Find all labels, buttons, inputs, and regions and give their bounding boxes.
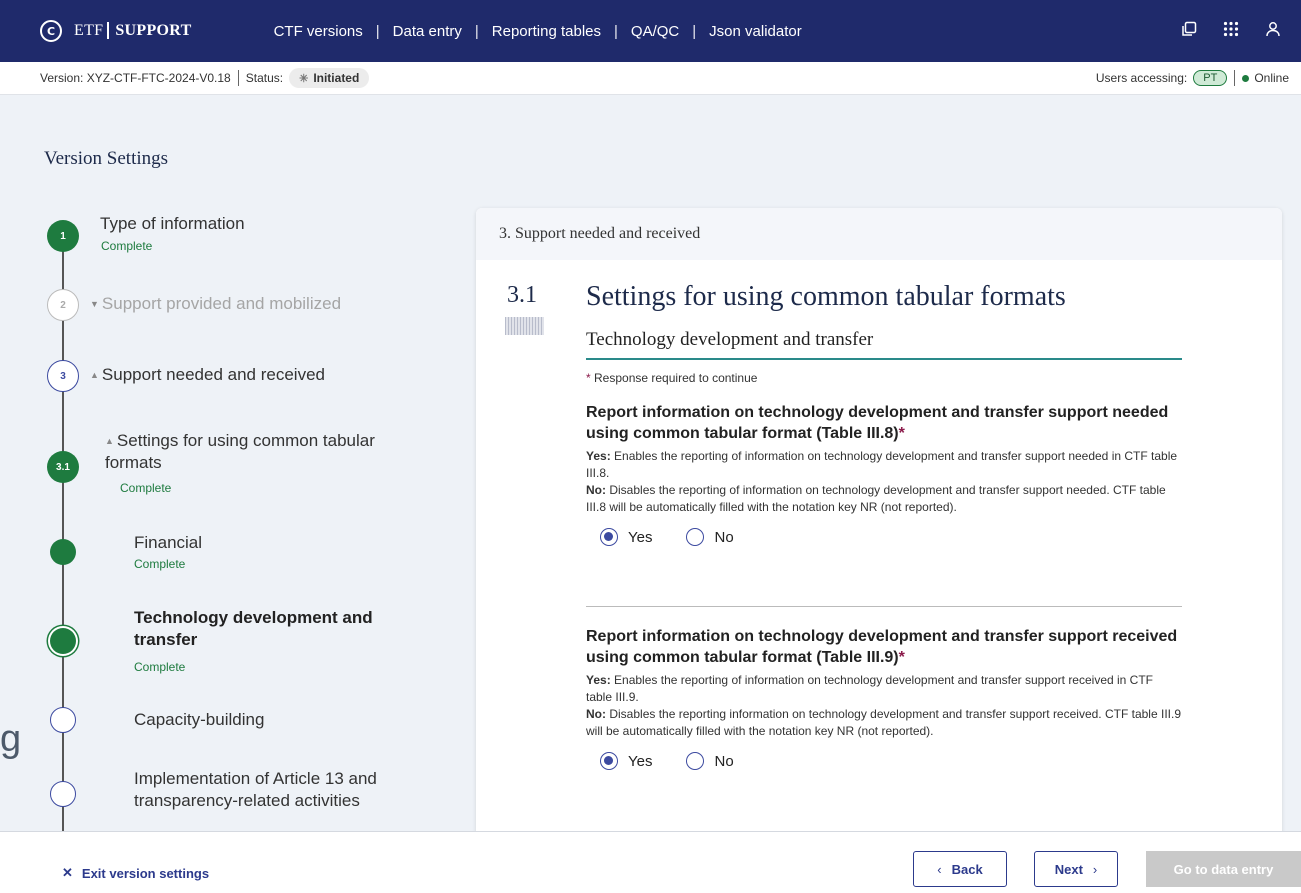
step-label-capacity-building[interactable]: Capacity-building (134, 709, 264, 731)
section-title: Settings for using common tabular format… (586, 281, 1066, 312)
section-progress-bar (505, 317, 544, 335)
nav-ctf-versions[interactable]: CTF versions (274, 23, 363, 40)
radio-no[interactable]: No (686, 752, 734, 770)
nav-data-entry[interactable]: Data entry (393, 23, 462, 40)
radio-no[interactable]: No (686, 528, 734, 546)
required-note: * Response required to continue (586, 371, 758, 385)
step-label-financial[interactable]: Financial (134, 532, 202, 554)
chevron-left-icon: ‹ (937, 861, 942, 877)
nav-separator: | (474, 22, 479, 40)
exit-version-settings-button[interactable]: ✕ Exit version settings (62, 865, 209, 881)
back-button[interactable]: ‹ Back (913, 851, 1007, 887)
question-help-yes: Yes: Enables the reporting of informatio… (586, 673, 1154, 704)
step-node-3-1[interactable]: 3.1 (47, 451, 79, 483)
chevron-up-icon: ▲ (105, 436, 114, 446)
stepper-line (62, 232, 64, 832)
step-node-financial[interactable] (50, 539, 76, 565)
question-needed: Report information on technology develop… (586, 402, 1182, 546)
card-header: 3. Support needed and received (476, 208, 1282, 260)
go-to-data-entry-button[interactable]: Go to data entry (1146, 851, 1301, 887)
question-help-yes: Yes: Enables the reporting of informatio… (586, 449, 1178, 480)
nav-separator: | (692, 22, 697, 40)
step-status: Complete (120, 481, 172, 495)
radio-button-unchecked[interactable] (686, 528, 705, 546)
user-initials-badge[interactable]: PT (1193, 70, 1228, 86)
step-node-1[interactable]: 1 (47, 220, 79, 252)
step-node-3[interactable]: 3 (47, 360, 79, 392)
radio-button-checked[interactable] (600, 752, 618, 770)
question-title: Report information on technology develop… (586, 404, 1169, 442)
status-value: Initiated (313, 71, 360, 85)
copy-icon[interactable] (1181, 21, 1197, 42)
version-status-bar: Version: XYZ-CTF-FTC-2024-V0.18 Status: … (0, 62, 1301, 95)
nav-qa-qc[interactable]: QA/QC (631, 23, 679, 40)
question-received: Report information on technology develop… (586, 626, 1182, 770)
radio-yes[interactable]: Yes (600, 528, 652, 546)
top-navigation-bar: C ETF SUPPORT CTF versions | Data entry |… (0, 0, 1301, 62)
section-subtitle: Technology development and transfer (586, 329, 874, 350)
step-status: Complete (101, 239, 153, 253)
clipped-text-fragment: g (0, 718, 22, 760)
loading-spinner-icon: ✳ (299, 72, 309, 85)
page-title: Version Settings (44, 148, 169, 169)
radio-button-unchecked[interactable] (686, 752, 705, 770)
step-label-type-of-information[interactable]: Type of information (100, 213, 245, 235)
radio-group: Yes No (600, 752, 1182, 770)
nav-icons (1181, 21, 1289, 42)
question-divider (586, 606, 1182, 607)
nav-separator: | (375, 22, 380, 40)
step-label-support-provided[interactable]: ▼ Support provided and mobilized (90, 293, 341, 315)
users-accessing-label: Users accessing: (1095, 71, 1188, 85)
chevron-down-icon: ▼ (90, 299, 99, 309)
divider (1234, 70, 1236, 86)
users-accessing: Users accessing: PT Online (1096, 70, 1289, 86)
radio-yes[interactable]: Yes (600, 752, 652, 770)
nav-json-validator[interactable]: Json validator (709, 23, 802, 40)
main-nav: CTF versions | Data entry | Reporting ta… (274, 23, 802, 40)
question-help-no: No: Disables the reporting information o… (586, 707, 1181, 738)
footer-action-bar: ✕ Exit version settings ‹ Back Next › Go… (0, 831, 1301, 893)
next-button[interactable]: Next › (1034, 851, 1118, 887)
nav-separator: | (614, 22, 618, 40)
close-icon: ✕ (62, 865, 73, 880)
online-dot-icon (1242, 74, 1250, 82)
radio-button-checked[interactable] (600, 528, 618, 546)
logo[interactable]: C ETF SUPPORT (40, 20, 192, 42)
status-label: Status: (245, 71, 284, 85)
divider (237, 70, 239, 86)
question-title: Report information on technology develop… (586, 628, 1178, 666)
version-label: Version: XYZ-CTF-FTC-2024-V0.18 (40, 71, 231, 85)
section-number: 3.1 (507, 282, 537, 308)
user-icon[interactable] (1265, 21, 1281, 42)
nav-reporting-tables[interactable]: Reporting tables (492, 23, 601, 40)
settings-card: 3. Support needed and received 3.1 Setti… (476, 208, 1282, 848)
step-label-support-needed[interactable]: ▲ Support needed and received (90, 364, 325, 386)
step-label-technology[interactable]: Technology development and transfer (134, 607, 414, 651)
step-status: Complete (134, 557, 186, 571)
chevron-right-icon: › (1092, 861, 1098, 877)
radio-group: Yes No (600, 528, 1182, 546)
online-label: Online (1254, 71, 1289, 85)
section-divider (586, 358, 1182, 360)
step-node-technology[interactable] (50, 628, 76, 654)
question-help-no: No: Disables the reporting of informatio… (586, 483, 1166, 514)
apps-grid-icon[interactable] (1223, 21, 1239, 42)
step-label-settings-ctf[interactable]: ▲ Settings for using common tabular forma… (105, 430, 435, 474)
step-label-article-13[interactable]: Implementation of Article 13 and transpa… (134, 768, 434, 812)
settings-stepper: 1 Type of information Complete 2 ▼ Suppor… (0, 200, 470, 832)
status-badge: ✳ Initiated (289, 68, 370, 88)
step-node-2[interactable]: 2 (47, 289, 79, 321)
chevron-up-icon: ▲ (90, 370, 99, 380)
step-status: Complete (134, 660, 186, 674)
step-node-article-13[interactable] (50, 781, 76, 807)
step-node-capacity-building[interactable] (50, 707, 76, 733)
unfccc-logo-icon: C (40, 20, 62, 42)
brand-name: ETF SUPPORT (74, 22, 192, 39)
